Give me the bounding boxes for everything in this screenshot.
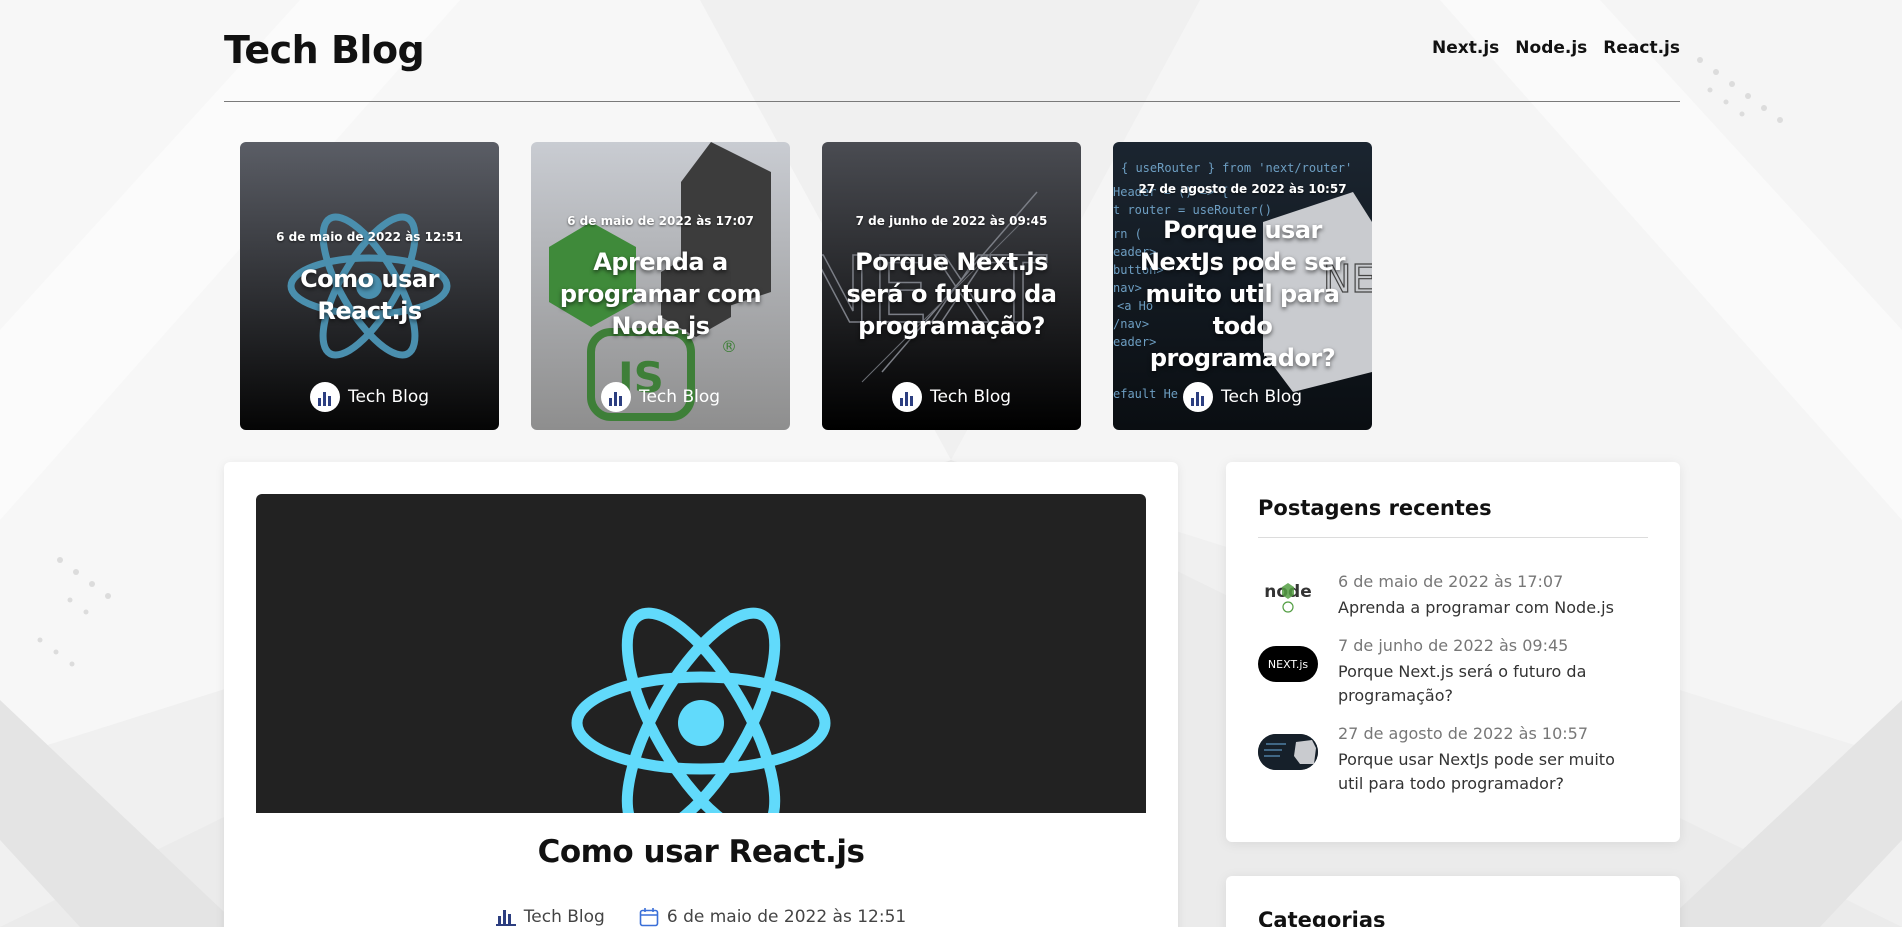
- post-author: Tech Blog: [495, 907, 605, 927]
- recent-post-date: 6 de maio de 2022 às 17:07: [1338, 572, 1564, 591]
- svg-text:{ useRouter } from 'next/route: { useRouter } from 'next/router': [1121, 161, 1352, 175]
- tech-blog-avatar: [891, 382, 922, 412]
- site-header: Tech Blog Next.js Node.js React.js: [224, 22, 1680, 102]
- recent-post-item[interactable]: 27 de agosto de 2022 às 10:57 Porque usa…: [1258, 724, 1648, 794]
- recent-post-title[interactable]: Porque usar NextJs pode ser muito util p…: [1338, 748, 1638, 796]
- featured-card-next[interactable]: NEXT 7 de junho de 2022 às 09:45 Porque …: [822, 142, 1081, 430]
- card-title: Porque Next.js será o futuro da programa…: [846, 248, 1057, 340]
- post-meta: Tech Blog 6 de maio de 2022 às 12:51: [224, 907, 1178, 927]
- recent-post-date: 27 de agosto de 2022 às 10:57: [1338, 724, 1588, 743]
- card-author-name: Tech Blog: [638, 387, 721, 407]
- categories-widget: Categorias: [1226, 876, 1680, 927]
- card-date: 27 de agosto de 2022 às 10:57: [1138, 182, 1347, 196]
- nav-nodejs[interactable]: Node.js: [1515, 38, 1587, 58]
- post-date: 6 de maio de 2022 às 12:51: [639, 907, 906, 927]
- recent-post-item[interactable]: node 6 de maio de 2022 às 17:07 Aprenda …: [1258, 572, 1648, 622]
- card-author: Tech Blog: [240, 382, 499, 412]
- site-logo[interactable]: Tech Blog: [224, 28, 425, 72]
- categories-title: Categorias: [1258, 908, 1386, 927]
- card-date: 7 de junho de 2022 às 09:45: [855, 214, 1048, 228]
- nextjs-thumb-text: NEXT.js: [1267, 657, 1309, 671]
- recent-post-title[interactable]: Aprenda a programar com Node.js: [1338, 596, 1638, 620]
- card-author-name: Tech Blog: [929, 387, 1012, 407]
- main-nav: Next.js Node.js React.js: [1432, 38, 1680, 58]
- card-title: Porque usar NextJs pode ser muito util p…: [1139, 216, 1346, 372]
- post-hero-image: [256, 494, 1146, 813]
- react-logo-icon: [571, 607, 831, 813]
- recent-posts-widget: Postagens recentes node 6 de maio de 202…: [1226, 462, 1680, 842]
- card-author-name: Tech Blog: [1220, 387, 1303, 407]
- tech-blog-avatar: [309, 382, 340, 412]
- featured-card-node[interactable]: JS ® 6 de maio de 2022 às 17:07 Aprenda …: [531, 142, 790, 430]
- nav-nextjs[interactable]: Next.js: [1432, 38, 1499, 58]
- tech-blog-avatar: [600, 382, 631, 412]
- post-author-name: Tech Blog: [523, 907, 605, 927]
- post-title: Como usar React.js: [537, 834, 865, 870]
- nodejs-logo-icon: node: [1264, 582, 1312, 613]
- calendar-icon: [639, 908, 659, 927]
- tech-blog-icon: [495, 910, 516, 926]
- nodejs-thumb: node: [1258, 577, 1318, 613]
- card-author: Tech Blog: [822, 382, 1081, 412]
- main-post: Como usar React.js Tech Blog 6 de maio d…: [224, 462, 1178, 927]
- recent-posts-title: Postagens recentes: [1258, 496, 1492, 520]
- divider: [1258, 537, 1648, 538]
- recent-post-item[interactable]: NEXT.js 7 de junho de 2022 às 09:45 Porq…: [1258, 636, 1648, 706]
- post-date-text: 6 de maio de 2022 às 12:51: [666, 907, 907, 927]
- code-screenshot-icon: [1258, 734, 1318, 770]
- nextjs-thumb: NEXT.js: [1258, 646, 1318, 682]
- card-title: Aprenda a programar com Node.js: [559, 248, 762, 340]
- recent-post-title[interactable]: Porque Next.js será o futuro da programa…: [1338, 660, 1638, 708]
- recent-post-date: 7 de junho de 2022 às 09:45: [1338, 636, 1569, 655]
- card-author-name: Tech Blog: [347, 387, 430, 407]
- card-title: Como usar React.js: [300, 265, 439, 325]
- featured-card-nextjs-code[interactable]: { useRouter } from 'next/router' Header …: [1113, 142, 1372, 430]
- card-date: 6 de maio de 2022 às 12:51: [276, 230, 463, 244]
- nav-reactjs[interactable]: React.js: [1603, 38, 1680, 58]
- code-thumb: [1258, 734, 1318, 770]
- card-date: 6 de maio de 2022 às 17:07: [567, 214, 754, 228]
- card-author: Tech Blog: [531, 382, 790, 412]
- tech-blog-avatar: [1182, 382, 1213, 412]
- featured-card-react[interactable]: 6 de maio de 2022 às 12:51 Como usar Rea…: [240, 142, 499, 430]
- card-author: Tech Blog: [1113, 382, 1372, 412]
